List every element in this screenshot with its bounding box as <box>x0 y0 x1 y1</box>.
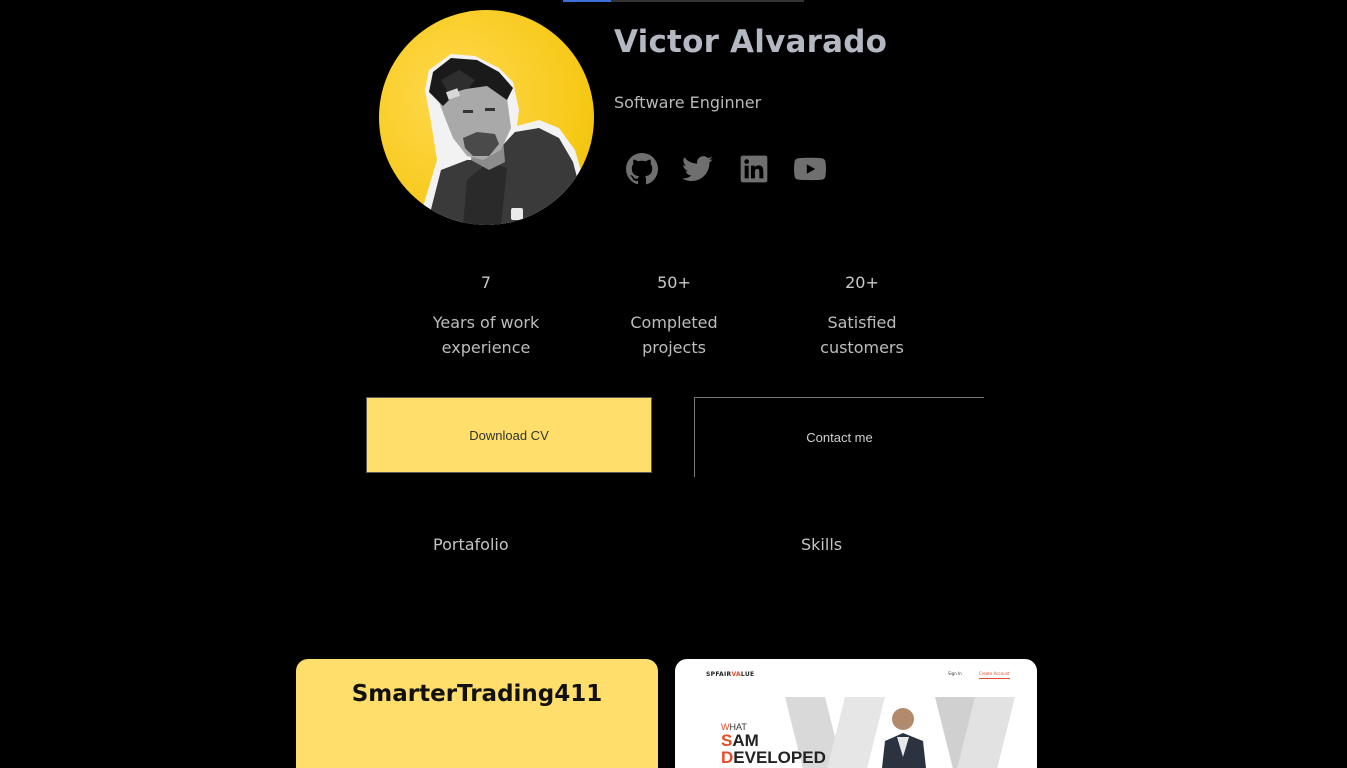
profile-name: Victor Alvarado <box>614 24 888 60</box>
stat-value: 20+ <box>845 273 879 292</box>
profile-role: Software Enginner <box>614 93 762 112</box>
stat-label-line: projects <box>642 338 706 357</box>
linkedin-icon[interactable] <box>738 153 770 185</box>
github-icon[interactable] <box>626 153 659 185</box>
portfolio-page: Victor Alvarado Software Enginner 7 Year… <box>0 0 1347 768</box>
stat-label-line: Completed <box>630 313 718 332</box>
avatar <box>379 10 594 225</box>
thumb-brand-text: LUE <box>740 671 755 678</box>
thumb-headline: WHAT SAM DEVELOPED <box>721 722 826 766</box>
tab-skills[interactable]: Skills <box>801 535 842 554</box>
twitter-icon[interactable] <box>682 153 714 185</box>
project-card-smartertrading[interactable]: SmarterTrading411 <box>296 659 658 768</box>
stat-label: Years of work experience <box>406 310 566 360</box>
thumb-headline-initial: D <box>721 748 734 767</box>
scroll-progress-fill <box>563 0 612 2</box>
stat-label-line: Satisfied <box>827 313 897 332</box>
youtube-icon[interactable] <box>793 153 827 185</box>
stat-projects: 50+ Completed projects <box>594 273 754 360</box>
stat-label-line: experience <box>441 338 531 357</box>
thumb-create-account-link: Create Account <box>979 671 1010 679</box>
stat-experience: 7 Years of work experience <box>406 273 566 360</box>
download-cv-button[interactable]: Download CV <box>366 397 652 473</box>
stat-value: 50+ <box>657 273 691 292</box>
stat-customers: 20+ Satisfied customers <box>782 273 942 360</box>
portrait-image <box>419 54 594 225</box>
stat-label: Satisfied customers <box>782 310 942 360</box>
stat-label-line: Years of work <box>432 313 540 332</box>
stat-label: Completed projects <box>594 310 754 360</box>
stat-value: 7 <box>480 273 492 292</box>
thumb-headline-text: EVELOPED <box>733 748 826 767</box>
tab-portfolio[interactable]: Portafolio <box>433 535 509 554</box>
thumb-brand-accent: VA <box>731 671 741 678</box>
project-card-spfairvalue[interactable]: SPFAIRVALUE Sign In Create Account WHAT … <box>675 659 1037 768</box>
stat-label-line: customers <box>820 338 904 357</box>
thumb-brand-text: SPFAIR <box>706 671 732 678</box>
scroll-progress-bar <box>563 0 804 2</box>
thumb-signin-link: Sign In <box>948 671 962 676</box>
contact-me-button[interactable]: Contact me <box>694 397 984 477</box>
thumb-brand-logo: SPFAIRVALUE <box>706 671 754 678</box>
project-title: SmarterTrading411 <box>351 681 603 707</box>
social-links <box>626 153 827 185</box>
